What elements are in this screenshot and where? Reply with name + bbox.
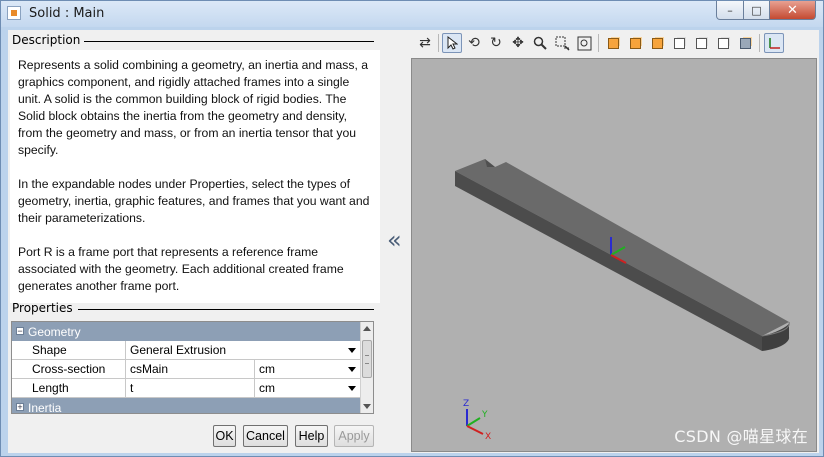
top-view-icon[interactable] (691, 33, 711, 53)
swap-icon[interactable]: ⇄ (415, 33, 435, 53)
close-button[interactable]: ✕ (769, 1, 816, 20)
table-row: Cross-section csMain cm (12, 360, 362, 379)
dropdown-arrow-icon (348, 386, 356, 391)
property-name: Shape (12, 341, 126, 360)
geometry-group-row[interactable]: − Geometry (12, 322, 362, 341)
scroll-thumb[interactable] (362, 340, 372, 378)
world-axes-triad: Z Y X (463, 399, 491, 442)
description-box: Represents a solid combining a geometry,… (10, 50, 380, 303)
expand-icon[interactable]: + (16, 403, 24, 412)
properties-tree-table: − Geometry Shape General Extrusion Cross… (11, 321, 374, 414)
world-y-axis (466, 417, 481, 427)
apply-button[interactable]: Apply (334, 425, 374, 447)
world-x-label: X (485, 432, 491, 442)
cross-section-input[interactable]: csMain (126, 360, 255, 379)
view-toolbar: ⇄ ⟲ ↻ ✥ (409, 30, 819, 56)
properties-divider (78, 309, 374, 310)
pan-icon[interactable]: ✥ (508, 33, 528, 53)
spin-icon[interactable]: ↻ (486, 33, 506, 53)
help-button[interactable]: Help (295, 425, 328, 447)
back-view-icon[interactable] (625, 33, 645, 53)
title-bar[interactable]: Solid : Main – □ ✕ (1, 1, 823, 27)
inertia-group-row[interactable]: + Inertia (12, 398, 362, 414)
shape-dropdown[interactable]: General Extrusion (126, 341, 362, 360)
properties-heading: Properties (12, 301, 73, 315)
world-y-label: Y (481, 410, 488, 420)
bottom-view-icon[interactable] (713, 33, 733, 53)
dialog-body: Description Represents a solid combining… (8, 30, 819, 453)
description-paragraph: Represents a solid combining a geometry,… (18, 58, 369, 157)
description-heading: Description (12, 33, 81, 47)
cancel-button[interactable]: Cancel (243, 425, 288, 447)
description-text: Represents a solid combining a geometry,… (18, 57, 374, 312)
scroll-up-icon[interactable] (363, 326, 371, 331)
length-input[interactable]: t (126, 379, 255, 398)
unit-value: cm (259, 381, 275, 395)
properties-scrollbar[interactable] (360, 322, 373, 413)
parameters-panel: Description Represents a solid combining… (8, 30, 384, 453)
front-view-icon[interactable] (603, 33, 623, 53)
bar-front-face (455, 171, 762, 351)
3d-viewport[interactable]: Z Y X CSDN @喵星球在 (411, 58, 817, 452)
dropdown-arrow-icon (348, 367, 356, 372)
fit-icon[interactable] (574, 33, 594, 53)
world-x-axis (466, 425, 484, 435)
simulink-block-icon (7, 6, 21, 20)
left-view-icon[interactable] (647, 33, 667, 53)
rotate-icon[interactable]: ⟲ (464, 33, 484, 53)
maximize-button[interactable]: □ (743, 1, 770, 20)
zoom-box-icon[interactable] (552, 33, 572, 53)
csdn-watermark: CSDN @喵星球在 (674, 427, 808, 446)
toolbar-separator (759, 34, 760, 52)
select-icon[interactable] (442, 33, 462, 53)
collapse-icon[interactable]: − (16, 327, 24, 336)
property-name: Cross-section (12, 360, 126, 379)
table-row: Shape General Extrusion (12, 341, 362, 360)
unit-value: cm (259, 362, 275, 376)
geometry-group-label: Geometry (28, 325, 81, 339)
panel-splitter[interactable]: « (384, 30, 409, 453)
shape-value: General Extrusion (130, 343, 227, 357)
solid-dialog-window: Solid : Main – □ ✕ Description Represent… (0, 0, 824, 457)
frames-toggle-icon[interactable] (764, 33, 784, 53)
cross-section-unit-dropdown[interactable]: cm (255, 360, 362, 379)
visualization-panel: ⇄ ⟲ ↻ ✥ Z Y X CSDN @喵星球在 (409, 30, 819, 453)
property-name: Length (12, 379, 126, 398)
iso-view-icon[interactable] (735, 33, 755, 53)
inertia-group-label: Inertia (28, 401, 62, 414)
right-view-icon[interactable] (669, 33, 689, 53)
solid-render: Z Y X (455, 159, 790, 442)
description-paragraph: In the expandable nodes under Properties… (18, 177, 370, 225)
minimize-button[interactable]: – (716, 1, 744, 20)
zoom-icon[interactable] (530, 33, 550, 53)
dropdown-arrow-icon (348, 348, 356, 353)
collapse-panel-icon[interactable]: « (387, 226, 402, 254)
world-z-label: Z (463, 399, 469, 409)
description-divider (84, 41, 374, 42)
length-unit-dropdown[interactable]: cm (255, 379, 362, 398)
toolbar-separator (438, 34, 439, 52)
description-paragraph: Port R is a frame port that represents a… (18, 245, 344, 293)
ok-button[interactable]: OK (213, 425, 236, 447)
bar-top-face (455, 159, 789, 336)
scroll-down-icon[interactable] (363, 404, 371, 409)
window-title: Solid : Main (29, 6, 105, 21)
table-row: Length t cm (12, 379, 362, 398)
toolbar-separator (598, 34, 599, 52)
